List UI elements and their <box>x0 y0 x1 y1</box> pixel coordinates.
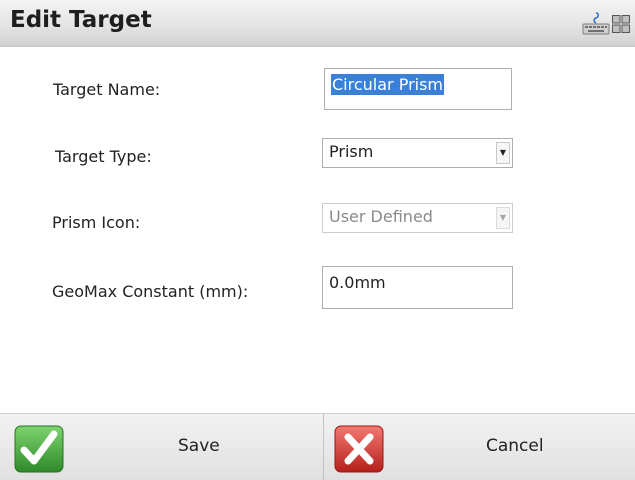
save-label: Save <box>178 436 220 456</box>
page-title: Edit Target <box>10 7 152 33</box>
prism-icon-label: Prism Icon: <box>52 213 141 232</box>
constant-value: 0.0mm <box>329 273 386 292</box>
checkmark-icon <box>14 425 64 473</box>
target-name-label: Target Name: <box>53 80 161 99</box>
save-button[interactable]: Save <box>0 414 323 480</box>
cancel-label: Cancel <box>486 436 544 456</box>
title-bar: Edit Target <box>0 0 635 47</box>
constant-label: GeoMax Constant (mm): <box>52 282 249 301</box>
grid-icon[interactable] <box>612 15 630 33</box>
bottom-bar: Save Cancel <box>0 413 635 480</box>
prism-icon-select: User Defined ▼ <box>322 203 513 233</box>
chevron-down-icon: ▼ <box>496 207 510 229</box>
target-name-input[interactable]: Circular Prism <box>324 68 512 110</box>
constant-input[interactable]: 0.0mm <box>322 266 513 309</box>
target-type-label: Target Type: <box>55 147 152 166</box>
prism-icon-value: User Defined <box>329 207 433 226</box>
cancel-button[interactable]: Cancel <box>324 414 635 480</box>
keyboard-icon[interactable] <box>582 11 610 35</box>
chevron-down-icon[interactable]: ▼ <box>496 142 510 164</box>
target-type-value: Prism <box>329 142 374 161</box>
target-type-select[interactable]: Prism ▼ <box>322 138 513 168</box>
target-name-value: Circular Prism <box>331 74 445 95</box>
x-icon <box>334 425 384 473</box>
